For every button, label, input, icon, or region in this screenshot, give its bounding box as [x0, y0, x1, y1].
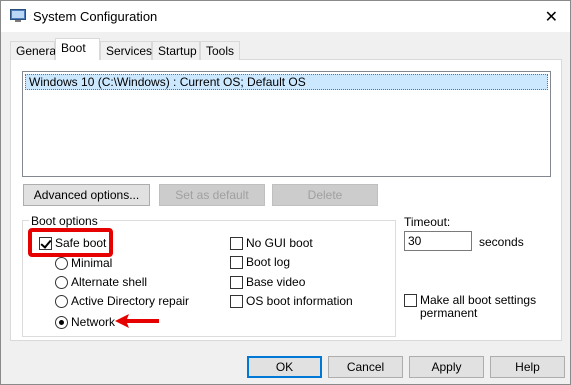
tab-boot[interactable]: Boot	[55, 38, 100, 60]
tab-tools[interactable]: Tools	[200, 41, 240, 60]
msconfig-icon	[10, 9, 26, 22]
checkbox-icon	[230, 255, 243, 269]
tab-services[interactable]: Services	[100, 41, 152, 60]
radio-icon	[55, 256, 68, 270]
timeout-label: Timeout:	[404, 215, 451, 229]
radio-selected-icon	[55, 315, 68, 329]
window-title: System Configuration	[33, 9, 158, 24]
no-gui-boot-label: No GUI boot	[246, 236, 313, 250]
timeout-input[interactable]: 30	[404, 231, 472, 251]
make-permanent-label-line2: permanent	[420, 306, 478, 320]
radio-icon	[55, 294, 68, 308]
boot-log-checkbox[interactable]: Boot log	[230, 255, 290, 269]
os-list[interactable]: Windows 10 (C:\Windows) : Current OS; De…	[22, 71, 551, 177]
cancel-button[interactable]: Cancel	[328, 356, 403, 378]
radio-active-directory-repair-label: Active Directory repair	[71, 294, 190, 308]
help-button[interactable]: Help	[490, 356, 565, 378]
radio-icon	[55, 275, 68, 289]
boot-log-label: Boot log	[246, 255, 291, 269]
tab-general[interactable]: General	[10, 41, 59, 60]
radio-minimal[interactable]: Minimal	[55, 256, 112, 270]
title-bar: System Configuration ✕	[1, 1, 570, 32]
os-boot-information-checkbox[interactable]: OS boot information	[230, 294, 353, 308]
set-as-default-button[interactable]: Set as default	[159, 184, 265, 206]
boot-options-label: Boot options	[29, 214, 100, 228]
radio-network[interactable]: Network	[55, 315, 115, 329]
advanced-options-button[interactable]: Advanced options...	[23, 184, 150, 206]
make-permanent-checkbox[interactable]: Make all boot settings	[404, 293, 536, 307]
os-boot-information-label: OS boot information	[246, 294, 353, 308]
radio-active-directory-repair[interactable]: Active Directory repair	[55, 294, 189, 308]
os-list-item[interactable]: Windows 10 (C:\Windows) : Current OS; De…	[25, 74, 548, 90]
tab-startup[interactable]: Startup	[152, 41, 200, 60]
base-video-label: Base video	[246, 275, 306, 289]
checkbox-icon	[404, 293, 417, 307]
apply-button[interactable]: Apply	[409, 356, 484, 378]
checkbox-icon	[230, 275, 243, 289]
checkbox-icon	[230, 294, 243, 308]
annotation-highlight-box	[28, 228, 113, 257]
ok-button[interactable]: OK	[247, 356, 322, 378]
base-video-checkbox[interactable]: Base video	[230, 275, 305, 289]
delete-button[interactable]: Delete	[272, 184, 378, 206]
radio-minimal-label: Minimal	[71, 256, 113, 270]
system-configuration-window: System Configuration ✕ General Boot Serv…	[0, 0, 571, 385]
timeout-unit-label: seconds	[479, 235, 524, 249]
radio-network-label: Network	[71, 315, 116, 329]
radio-alternate-shell-label: Alternate shell	[71, 275, 148, 289]
annotation-arrow-icon	[115, 314, 159, 328]
radio-alternate-shell[interactable]: Alternate shell	[55, 275, 147, 289]
no-gui-boot-checkbox[interactable]: No GUI boot	[230, 236, 313, 250]
close-icon[interactable]: ✕	[545, 7, 558, 27]
checkbox-icon	[230, 236, 243, 250]
make-permanent-label-line1: Make all boot settings	[420, 293, 537, 307]
